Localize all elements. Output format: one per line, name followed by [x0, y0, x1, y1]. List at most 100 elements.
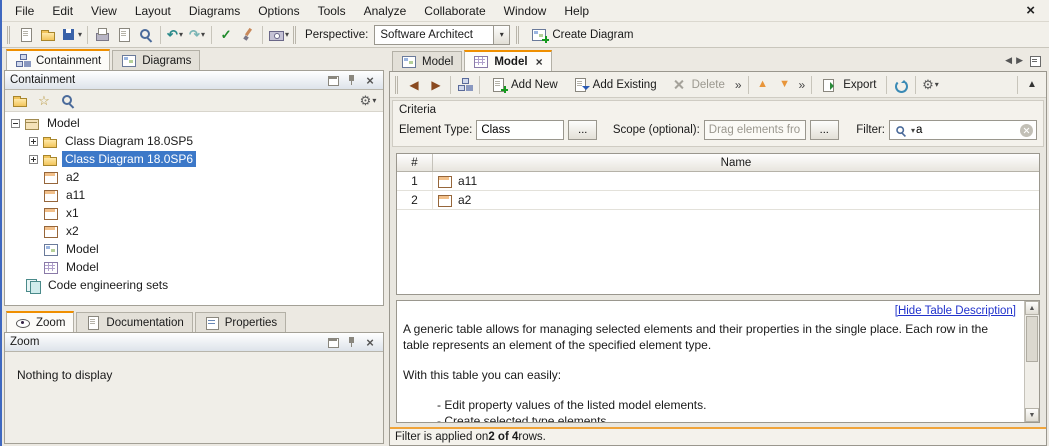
class-diagram-icon [43, 242, 59, 257]
toolbar-overflow-icon[interactable]: » [732, 78, 745, 92]
forward-button[interactable]: ▶ [425, 74, 447, 96]
open-project-button[interactable] [37, 24, 59, 46]
menu-help[interactable]: Help [555, 1, 598, 21]
undo-button[interactable]: ↶▾ [164, 24, 186, 46]
add-existing-button[interactable]: Add Existing [565, 74, 664, 95]
toolbar-grip[interactable] [293, 26, 296, 44]
perspective-select[interactable]: Software Architect ▾ [374, 25, 510, 45]
menu-layout[interactable]: Layout [126, 1, 180, 21]
chevron-down-icon[interactable]: ▾ [911, 126, 915, 135]
format-brush-button[interactable] [237, 24, 259, 46]
redo-button[interactable]: ↷▾ [186, 24, 208, 46]
print-preview-button[interactable] [113, 24, 135, 46]
open-in-tree-button[interactable] [9, 90, 31, 112]
close-icon[interactable]: × [1016, 2, 1045, 19]
pin-panel-button[interactable] [344, 73, 360, 88]
toolbar-separator [160, 26, 161, 44]
table-row[interactable]: 2 a2 [397, 191, 1039, 210]
tree-item[interactable]: Model [5, 114, 383, 132]
tab-diagrams[interactable]: Diagrams [112, 50, 200, 70]
tree-options-button[interactable]: ⚙▾ [357, 90, 379, 112]
menu-options[interactable]: Options [249, 1, 308, 21]
tab-properties[interactable]: Properties [195, 312, 286, 332]
menu-view[interactable]: View [82, 1, 126, 21]
find-button[interactable] [135, 24, 157, 46]
tree-item[interactable]: Code engineering sets [5, 276, 383, 294]
close-panel-button[interactable]: × [362, 73, 378, 88]
print-button[interactable] [91, 24, 113, 46]
tab-zoom[interactable]: Zoom [6, 311, 74, 332]
menu-window[interactable]: Window [495, 1, 556, 21]
pin-panel-button[interactable] [344, 335, 360, 350]
back-button[interactable]: ◀ [403, 74, 425, 96]
tree-item[interactable]: a11 [5, 186, 383, 204]
table-options-button[interactable]: ⚙▾ [919, 74, 941, 96]
menu-analyze[interactable]: Analyze [355, 1, 416, 21]
move-down-button[interactable]: ▼ [774, 74, 796, 96]
create-diagram-button[interactable]: Create Diagram [524, 24, 640, 45]
toolbar-overflow-icon[interactable]: » [796, 78, 809, 92]
quick-search-button[interactable] [57, 90, 79, 112]
table-toolbar: ◀ ▶ Add New Add Existing De [390, 72, 1046, 98]
export-button[interactable]: Export [815, 74, 883, 95]
chevron-down-icon[interactable]: ▾ [493, 26, 509, 44]
scroll-tabs-left-icon[interactable]: ◀ [1005, 56, 1012, 65]
toolbar-grip[interactable] [7, 26, 10, 44]
column-header-name[interactable]: Name [433, 154, 1039, 171]
new-project-button[interactable] [15, 24, 37, 46]
tree-item[interactable]: x1 [5, 204, 383, 222]
toolbar-separator [262, 26, 263, 44]
clear-filter-icon[interactable] [1020, 124, 1033, 137]
row-name-cell[interactable]: a11 [433, 172, 1039, 190]
validate-button[interactable]: ✓ [215, 24, 237, 46]
save-project-button[interactable]: ▾ [59, 24, 84, 46]
element-type-field[interactable] [476, 120, 564, 140]
close-tab-icon[interactable]: × [536, 56, 543, 68]
show-in-containment-button[interactable] [454, 74, 476, 96]
tree-item[interactable]: Model [5, 240, 383, 258]
column-header-number[interactable]: # [397, 154, 433, 171]
menu-edit[interactable]: Edit [43, 1, 82, 21]
menu-diagrams[interactable]: Diagrams [180, 1, 249, 21]
scroll-down-icon[interactable]: ▼ [1025, 408, 1039, 422]
toolbar-grip[interactable] [395, 76, 398, 94]
filter-input[interactable] [916, 124, 1019, 136]
toolbar-grip[interactable] [516, 26, 519, 44]
capture-image-button[interactable]: ▾ [266, 24, 291, 46]
menu-tools[interactable]: Tools [309, 1, 355, 21]
tree-item[interactable]: x2 [5, 222, 383, 240]
scope-browse-button[interactable]: ... [810, 120, 839, 140]
menu-file[interactable]: File [6, 1, 43, 21]
hide-table-description-link[interactable]: [Hide Table Description] [895, 305, 1016, 317]
float-panel-button[interactable] [326, 73, 342, 88]
tab-list-icon[interactable] [1027, 53, 1043, 68]
close-panel-button[interactable]: × [362, 335, 378, 350]
tab-documentation[interactable]: Documentation [76, 312, 192, 332]
menu-collaborate[interactable]: Collaborate [415, 1, 494, 21]
table-row[interactable]: 1 a11 [397, 172, 1039, 191]
tab-containment[interactable]: Containment [6, 49, 110, 70]
delete-button[interactable]: Delete [664, 74, 732, 95]
tree-item[interactable]: Class Diagram 18.0SP5 [5, 132, 383, 150]
refresh-button[interactable] [890, 74, 912, 96]
favorites-button[interactable]: ☆ [33, 90, 55, 112]
row-name-cell[interactable]: a2 [433, 191, 1039, 209]
tab-model-table[interactable]: Model × [464, 50, 551, 71]
tab-model-diagram[interactable]: Model [392, 51, 462, 71]
scroll-up-icon[interactable]: ▲ [1025, 301, 1039, 315]
move-up-button[interactable]: ▲ [752, 74, 774, 96]
vertical-scrollbar[interactable]: ▲ ▼ [1024, 301, 1039, 422]
float-panel-button[interactable] [326, 335, 342, 350]
scroll-tabs-right-icon[interactable]: ▶ [1016, 56, 1023, 65]
collapse-expander-icon[interactable] [11, 119, 20, 128]
scope-field[interactable] [704, 120, 806, 140]
tree-item[interactable]: Model [5, 258, 383, 276]
add-new-button[interactable]: Add New [483, 74, 565, 95]
expand-expander-icon[interactable] [29, 137, 38, 146]
scrollbar-thumb[interactable] [1026, 316, 1038, 362]
tree-item-selected[interactable]: Class Diagram 18.0SP6 [5, 150, 383, 168]
element-type-browse-button[interactable]: ... [568, 120, 597, 140]
collapse-criteria-button[interactable]: ▲ [1021, 74, 1043, 96]
tree-item[interactable]: a2 [5, 168, 383, 186]
expand-expander-icon[interactable] [29, 155, 38, 164]
